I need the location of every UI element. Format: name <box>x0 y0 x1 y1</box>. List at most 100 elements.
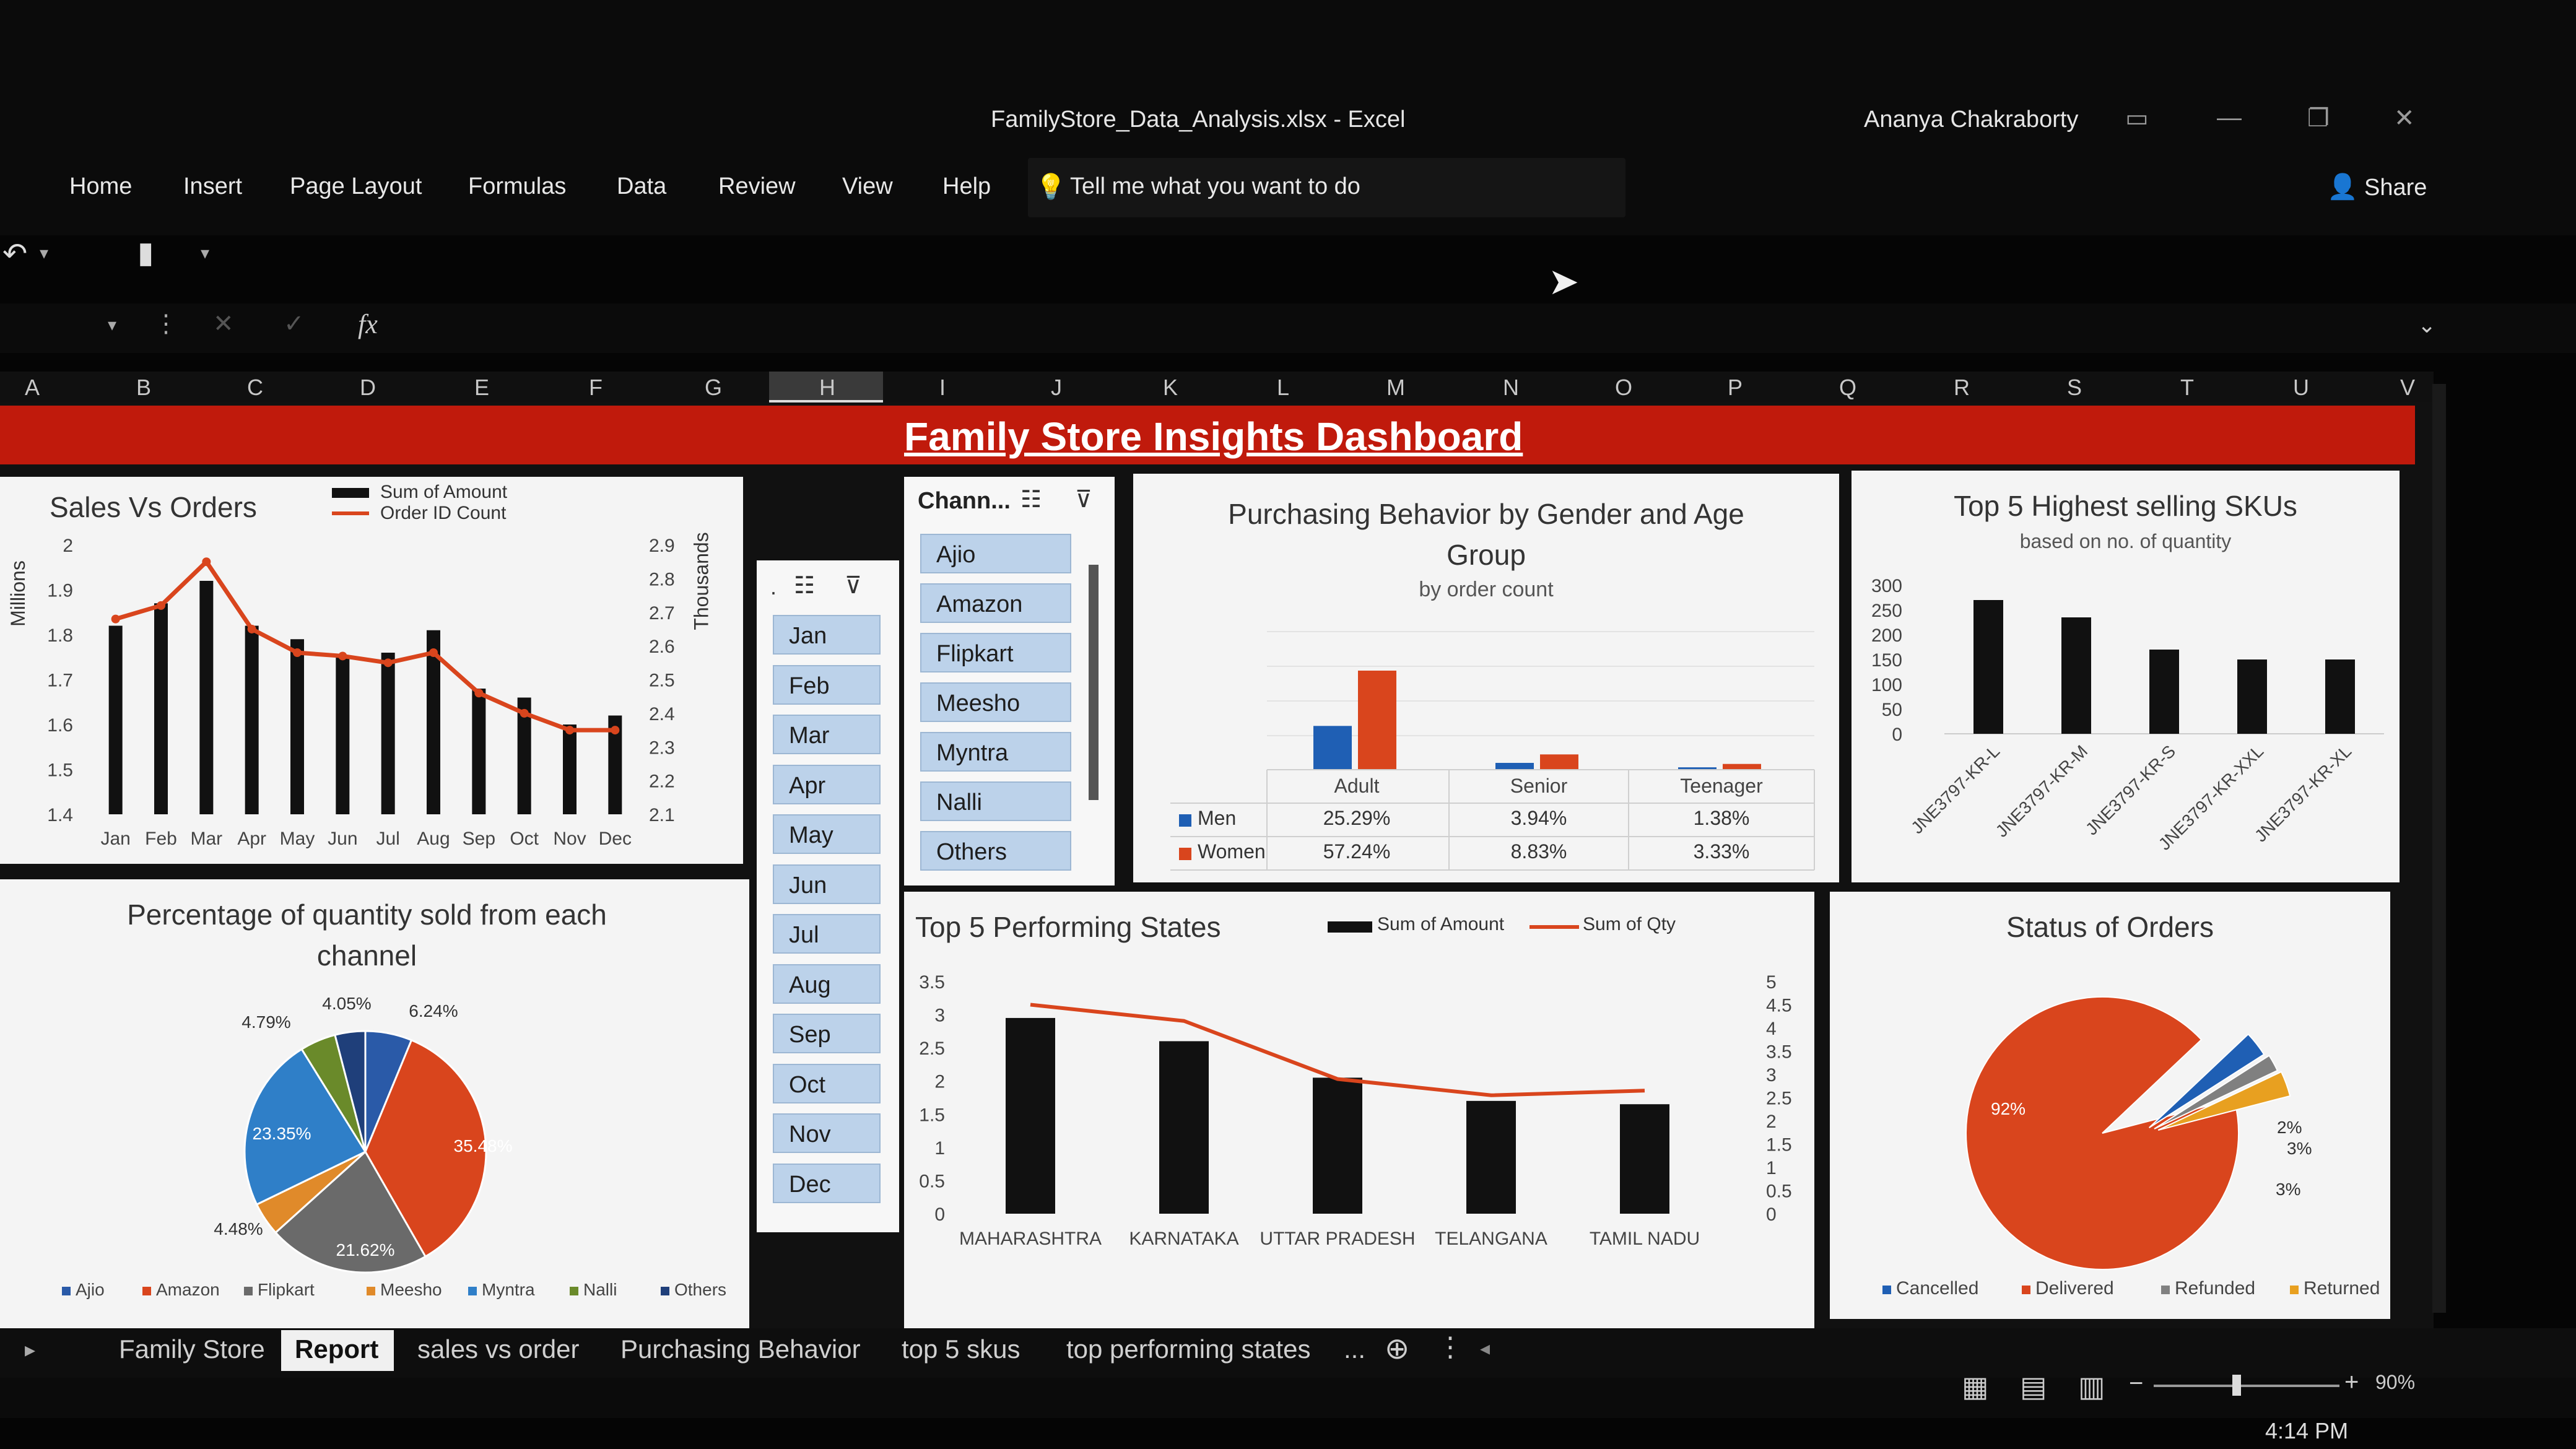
tab-home[interactable]: Home <box>69 173 132 200</box>
user-name[interactable]: Ananya Chakraborty <box>1864 107 2078 133</box>
column-header-a[interactable]: A <box>14 375 51 401</box>
channel-clear-filter-icon[interactable]: ⊽ <box>1075 485 1092 513</box>
channel-share-chart[interactable]: 6.24% 35.48% 21.62% 4.48% 23.35% 4.79% 4.05% Aj… <box>0 879 749 1328</box>
channel-slicer-ajio[interactable]: Ajio <box>920 534 1071 573</box>
month-slicer-jun[interactable]: Jun <box>773 864 881 904</box>
month-slicer-oct[interactable]: Oct <box>773 1063 881 1103</box>
share-icon[interactable]: 👤 <box>2327 172 2358 201</box>
tab-review[interactable]: Review <box>718 173 796 200</box>
more-icon[interactable]: ⋮ <box>154 310 178 338</box>
month-slicer-nov[interactable]: Nov <box>773 1113 881 1153</box>
undo-icon[interactable]: ↶ <box>2 237 27 271</box>
month-slicer-apr[interactable]: Apr <box>773 764 881 804</box>
column-header-r[interactable]: R <box>1943 375 1980 401</box>
sheet-tab-report[interactable]: Report <box>295 1334 378 1364</box>
chart-icon[interactable]: ▮ <box>137 235 154 270</box>
column-header-b[interactable]: B <box>125 375 162 401</box>
channel-slicer-nalli[interactable]: Nalli <box>920 781 1071 821</box>
month-slicer-dec[interactable]: Dec <box>773 1163 881 1203</box>
column-header-i[interactable]: I <box>924 375 961 401</box>
zoom-out-icon[interactable]: − <box>2129 1370 2143 1398</box>
column-header-v[interactable]: V <box>2389 375 2426 401</box>
undo-dropdown-icon[interactable]: ▾ <box>40 243 48 263</box>
zoom-slider-thumb[interactable] <box>2232 1375 2241 1396</box>
restore-icon[interactable]: ❐ <box>2307 104 2330 133</box>
column-header-m[interactable]: M <box>1377 375 1414 401</box>
top-states-chart[interactable]: 3.5 3 2.5 2 1.5 1 0.5 0 5 4.5 4 3.5 3 2.5 2 1.5 1 0.5 0 MAH… <box>904 892 1814 1328</box>
column-header-f[interactable]: F <box>577 375 614 401</box>
tab-view[interactable]: View <box>842 173 893 200</box>
channel-slicer-meesho[interactable]: Meesho <box>920 682 1071 722</box>
channel-slicer[interactable]: Chann... ☷ ⊽ Ajio Amazon Flipkart Meesho Myn… <box>904 477 1115 886</box>
cancel-icon[interactable]: ✕ <box>213 310 234 338</box>
more-sheets-button[interactable]: ... <box>1344 1334 1365 1364</box>
sheet-tab-top-performing-states[interactable]: top performing states <box>1066 1334 1311 1364</box>
zoom-slider[interactable] <box>2154 1385 2339 1387</box>
column-header-l[interactable]: L <box>1264 375 1302 401</box>
column-header-s[interactable]: S <box>2056 375 2093 401</box>
tab-data[interactable]: Data <box>617 173 666 200</box>
clock[interactable]: 4:14 PM <box>2265 1418 2348 1444</box>
page-break-view-icon[interactable]: ▥ <box>2078 1370 2105 1403</box>
column-header-q[interactable]: Q <box>1829 375 1866 401</box>
column-header-n[interactable]: N <box>1492 375 1530 401</box>
name-box-dropdown-icon[interactable]: ▾ <box>108 315 116 335</box>
column-header-k[interactable]: K <box>1152 375 1189 401</box>
channel-slicer-myntra[interactable]: Myntra <box>920 732 1071 772</box>
tab-page-layout[interactable]: Page Layout <box>290 173 422 200</box>
scroll-sheets-icon[interactable]: ▸ <box>25 1338 35 1362</box>
page-layout-view-icon[interactable]: ▤ <box>2020 1370 2047 1403</box>
tab-insert[interactable]: Insert <box>183 173 242 200</box>
add-sheet-icon[interactable]: ⊕ <box>1385 1331 1409 1366</box>
vertical-scrollbar[interactable] <box>2432 384 2446 1313</box>
tab-help[interactable]: Help <box>942 173 991 200</box>
ribbon-display-icon[interactable]: ▭ <box>2125 104 2149 133</box>
sales-vs-orders-chart[interactable]: 2 1.9 1.8 1.7 1.6 1.5 1.4 2.9 2.8 2.7 2.6 2.5 2.4 2.3… <box>0 477 743 864</box>
normal-view-icon[interactable]: ▦ <box>1962 1370 1988 1403</box>
month-slicer-feb[interactable]: Feb <box>773 664 881 705</box>
purchasing-behavior-chart[interactable]: Purchasing Behavior by Gender and Age Gr… <box>1133 474 1839 882</box>
customize-toolbar-icon[interactable]: ▾ <box>201 243 209 263</box>
column-header-j[interactable]: J <box>1038 375 1075 401</box>
channel-multi-select-icon[interactable]: ☷ <box>1020 485 1042 513</box>
column-header-c[interactable]: C <box>237 375 274 401</box>
month-slicer[interactable]: . ☷ ⊽ Jan Feb Mar Apr May Jun Jul Aug Sep Oct Nov D… <box>757 560 899 1232</box>
column-header-d[interactable]: D <box>349 375 386 401</box>
month-slicer-sep[interactable]: Sep <box>773 1014 881 1053</box>
channel-slicer-scrollbar[interactable] <box>1089 565 1099 800</box>
column-header-u[interactable]: U <box>2282 375 2320 401</box>
close-icon[interactable]: ✕ <box>2394 104 2415 133</box>
column-header-t[interactable]: T <box>2169 375 2206 401</box>
sheet-tab-purchasing-behavior[interactable]: Purchasing Behavior <box>620 1334 861 1364</box>
multi-select-icon[interactable]: ☷ <box>794 572 815 599</box>
sheet-tab-top-5-skus[interactable]: top 5 skus <box>902 1334 1020 1364</box>
clear-filter-icon[interactable]: ⊽ <box>845 572 862 599</box>
enter-icon[interactable]: ✓ <box>284 310 305 338</box>
column-header-g[interactable]: G <box>695 375 732 401</box>
insert-function-button[interactable]: fx <box>358 308 378 340</box>
share-button[interactable]: Share <box>2364 175 2427 201</box>
channel-slicer-others[interactable]: Others <box>920 831 1071 871</box>
scroll-left-icon[interactable]: ◂ <box>1480 1336 1490 1360</box>
sheet-tab-family-store[interactable]: Family Store <box>119 1334 265 1364</box>
month-slicer-jul[interactable]: Jul <box>773 914 881 954</box>
expand-formula-icon[interactable]: ⌄ <box>2417 312 2436 338</box>
month-slicer-may[interactable]: May <box>773 814 881 854</box>
month-slicer-mar[interactable]: Mar <box>773 715 881 754</box>
sheet-tab-sales-vs-order[interactable]: sales vs order <box>417 1334 579 1364</box>
channel-slicer-flipkart[interactable]: Flipkart <box>920 633 1071 672</box>
sheet-options-icon[interactable]: ⋮ <box>1437 1331 1464 1363</box>
column-header-h[interactable]: H <box>809 375 846 401</box>
month-slicer-jan[interactable]: Jan <box>773 615 881 655</box>
column-header-p[interactable]: P <box>1717 375 1754 401</box>
month-slicer-aug[interactable]: Aug <box>773 964 881 1004</box>
tab-formulas[interactable]: Formulas <box>468 173 566 200</box>
top-skus-chart[interactable]: 300 250 200 150 100 50 0 JNE3797-KR-L JNE3797-KR… <box>1852 471 2400 882</box>
channel-slicer-amazon[interactable]: Amazon <box>920 583 1071 623</box>
column-header-e[interactable]: E <box>463 375 500 401</box>
order-status-chart[interactable]: 92% 3% 2% 3% Cancelled Delivered Refunded Retur… <box>1830 892 2390 1319</box>
zoom-level[interactable]: 90% <box>2375 1371 2415 1394</box>
zoom-in-icon[interactable]: + <box>2344 1368 2359 1396</box>
column-header-o[interactable]: O <box>1605 375 1642 401</box>
minimize-icon[interactable]: — <box>2217 104 2242 132</box>
